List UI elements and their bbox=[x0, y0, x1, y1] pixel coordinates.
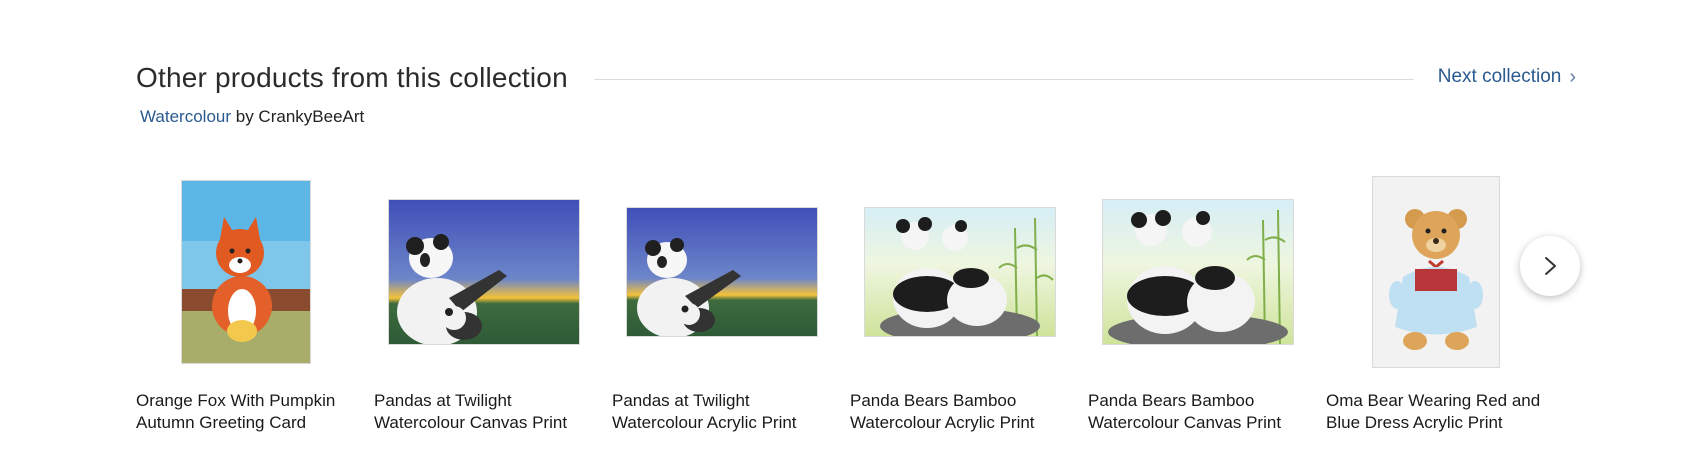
product-card[interactable]: Pandas at Twilight Watercolour Acrylic P… bbox=[612, 172, 832, 432]
product-thumbnail[interactable] bbox=[612, 172, 832, 372]
product-thumbnail[interactable] bbox=[1326, 172, 1546, 372]
product-card[interactable]: Panda Bears Bamboo Watercolour Acrylic P… bbox=[850, 172, 1070, 432]
section-title: Other products from this collection bbox=[136, 62, 568, 93]
product-title[interactable]: Orange Fox With Pumpkin Autumn Greeting … bbox=[136, 390, 361, 434]
product-thumbnail[interactable] bbox=[136, 172, 356, 372]
next-collection-link[interactable]: Next collection › bbox=[1438, 64, 1576, 90]
product-title[interactable]: Pandas at Twilight Watercolour Acrylic P… bbox=[612, 390, 837, 434]
product-card[interactable]: Orange Fox With Pumpkin Autumn Greeting … bbox=[136, 172, 356, 432]
header-divider bbox=[594, 79, 1414, 80]
product-title[interactable]: Oma Bear Wearing Red and Blue Dress Acry… bbox=[1326, 390, 1551, 434]
arrow-right-icon bbox=[1545, 257, 1556, 275]
product-card[interactable]: Pandas at Twilight Watercolour Canvas Pr… bbox=[374, 172, 594, 432]
product-title[interactable]: Panda Bears Bamboo Watercolour Acrylic P… bbox=[850, 390, 1075, 434]
product-title[interactable]: Panda Bears Bamboo Watercolour Canvas Pr… bbox=[1088, 390, 1313, 434]
product-title[interactable]: Pandas at Twilight Watercolour Canvas Pr… bbox=[374, 390, 599, 434]
next-collection-label: Next collection bbox=[1437, 66, 1562, 87]
collection-link[interactable]: Watercolour bbox=[140, 107, 231, 126]
product-thumbnail[interactable] bbox=[1088, 172, 1308, 372]
product-thumbnail[interactable] bbox=[374, 172, 594, 372]
chevron-right-icon: › bbox=[1569, 66, 1576, 88]
artist-byline: by CrankyBeeArt bbox=[235, 107, 365, 126]
product-thumbnail[interactable] bbox=[850, 172, 1070, 372]
section-header: Other products from this collection Next… bbox=[136, 58, 1586, 98]
product-card[interactable]: Panda Bears Bamboo Watercolour Canvas Pr… bbox=[1088, 172, 1308, 432]
carousel-next-button[interactable] bbox=[1520, 236, 1580, 296]
product-card[interactable]: Oma Bear Wearing Red and Blue Dress Acry… bbox=[1326, 172, 1546, 432]
product-carousel: Orange Fox With Pumpkin Autumn Greeting … bbox=[136, 172, 1576, 442]
collection-byline: Watercolour by CrankyBeeArt bbox=[140, 107, 364, 127]
